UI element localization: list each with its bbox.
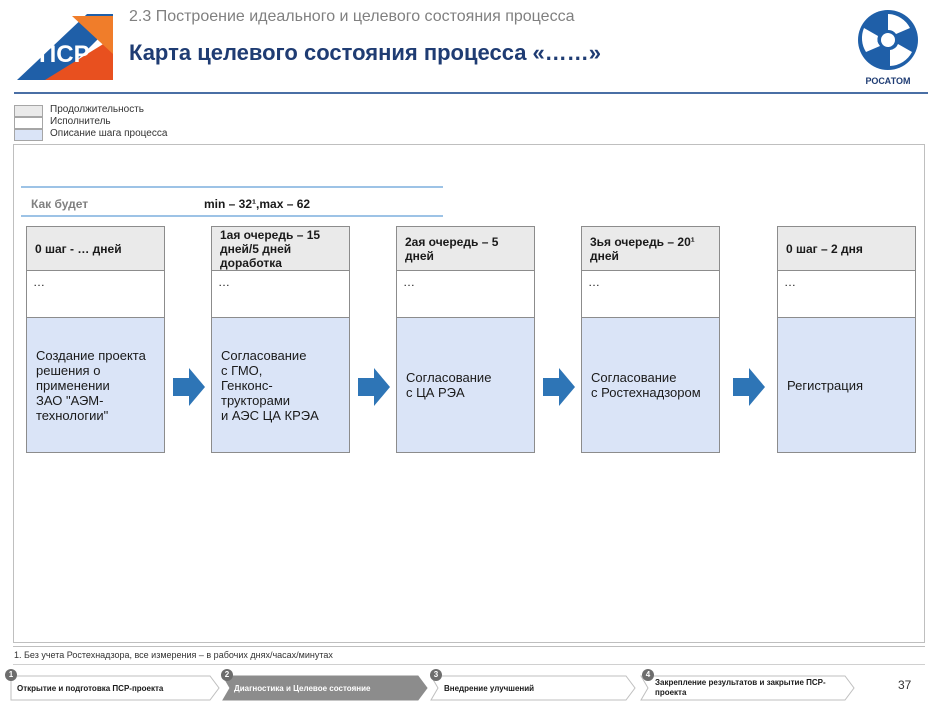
step-duration: 0 шаг - … дней [27,227,164,271]
step-description: Согласование с Ростехнадзором [582,318,719,452]
legend-label-executor: Исполнитель [50,116,111,127]
step-description: Создание проекта решения о применении ЗА… [27,318,164,452]
footnote: 1. Без учета Ростехнадзора, все измерени… [14,650,333,660]
section-title: 2.3 Построение идеального и целевого сос… [129,8,575,25]
arrow-right-icon [173,368,205,406]
step-executor: … [778,271,915,318]
step-executor: … [27,271,164,318]
legend-label-duration: Продолжительность [50,104,144,115]
process-step-0: 0 шаг - … дней … Создание проекта решени… [26,226,165,453]
timeline-bar-bottom [21,215,443,217]
nav-step-2-number: 2 [221,669,233,681]
process-step-3: 3ья очередь – 20¹ дней … Согласование с … [581,226,720,453]
step-duration: 3ья очередь – 20¹ дней [582,227,719,271]
page-number: 37 [898,678,912,692]
nav-step-3-label[interactable]: Внедрение улучшений [444,684,534,694]
step-description: Согласование с ЦА РЭА [397,318,534,452]
legend-swatch-duration [14,105,43,117]
step-description: Согласование с ГМО, Генконс- трукторами … [212,318,349,452]
process-step-2: 2ая очередь – 5 дней … Согласование с ЦА… [396,226,535,453]
step-duration: 2ая очередь – 5 дней [397,227,534,271]
rosatom-logo: РОСАТОМ [850,8,926,90]
process-step-1: 1ая очередь – 15 дней/5 дней доработка …… [211,226,350,453]
legend-swatch-executor [14,117,43,129]
nav-step-1-number: 1 [5,669,17,681]
timeline-label: Как будет [31,197,89,211]
footer-divider [13,664,925,665]
nav-step-4-label[interactable]: Закрепление результатов и закрытие ПСР-п… [655,678,840,698]
legend-swatch-description [14,129,43,141]
page-title: Карта целевого состояния процесса «……» [129,40,602,65]
step-duration: 1ая очередь – 15 дней/5 дней доработка [212,227,349,271]
step-executor: … [212,271,349,318]
nav-step-2-label[interactable]: Диагностика и Целевое состояние [234,684,370,694]
step-executor: … [582,271,719,318]
step-duration: 0 шаг – 2 дня [778,227,915,271]
footnote-divider [13,646,925,647]
legend-label-description: Описание шага процесса [50,128,168,139]
nav-step-4-number: 4 [642,669,654,681]
step-executor: … [397,271,534,318]
arrow-right-icon [543,368,575,406]
psr-logo: ПСР [17,14,113,80]
nav-step-3-number: 3 [430,669,442,681]
timeline-value: min – 32¹,max – 62 [204,197,311,211]
arrow-right-icon [358,368,390,406]
process-step-4: 0 шаг – 2 дня … Регистрация [777,226,916,453]
step-description: Регистрация [778,318,915,452]
timeline-bar-top [21,186,443,188]
nav-step-1-label[interactable]: Открытие и подготовка ПСР-проекта [17,684,163,694]
header-divider [14,92,928,94]
rosatom-logo-text: РОСАТОМ [866,76,911,86]
arrow-right-icon [733,368,765,406]
psr-logo-text: ПСР [39,41,90,68]
